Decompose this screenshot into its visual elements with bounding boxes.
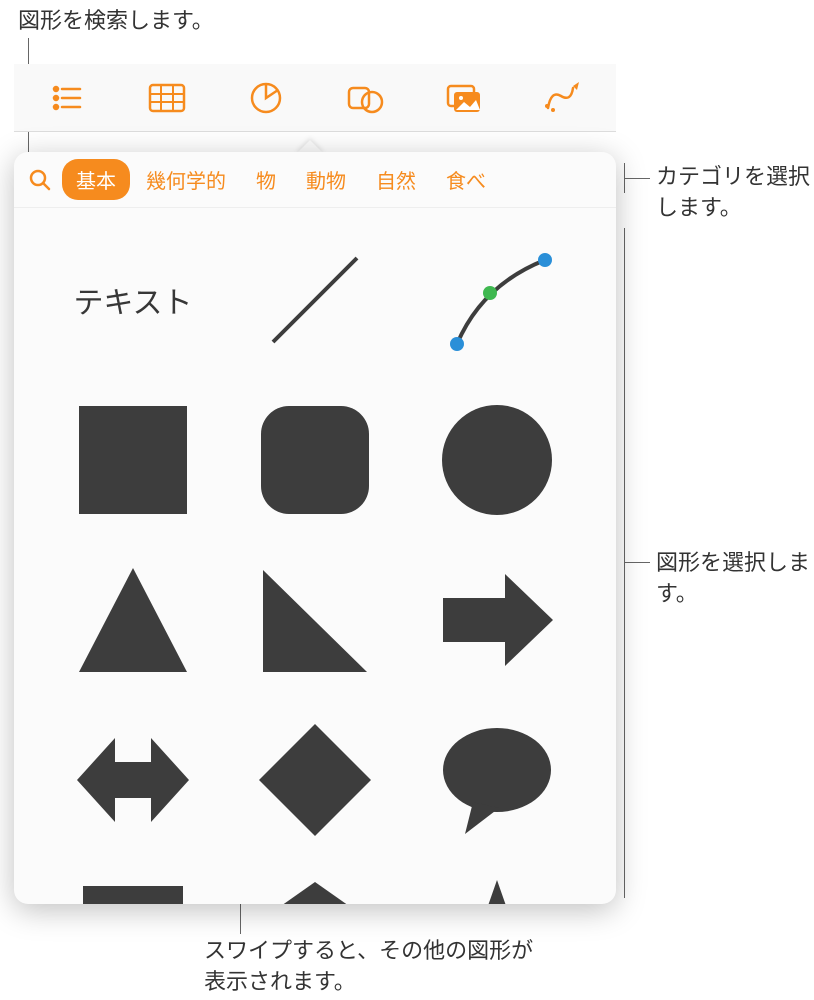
shape-square[interactable] xyxy=(71,398,195,522)
callout-select-shape: 図形を選択します。 xyxy=(656,548,814,610)
callout-tick xyxy=(624,228,625,898)
shape-arrow-right[interactable] xyxy=(435,558,559,682)
category-tab-animals[interactable]: 動物 xyxy=(292,159,360,200)
category-tabs: 基本 幾何学的 物 動物 自然 食べ xyxy=(14,152,616,208)
category-tab-objects[interactable]: 物 xyxy=(242,159,290,200)
shape-line[interactable] xyxy=(253,238,377,362)
callout-tick xyxy=(624,163,625,193)
shape-double-arrow[interactable] xyxy=(71,718,195,842)
shapes-popover: 基本 幾何学的 物 動物 自然 食べ テキスト xyxy=(14,152,616,904)
shape-rounded-square[interactable] xyxy=(253,398,377,522)
shape-right-triangle[interactable] xyxy=(253,558,377,682)
shape-icon[interactable] xyxy=(340,73,390,123)
toolbar xyxy=(14,64,616,132)
shape-circle[interactable] xyxy=(435,398,559,522)
list-icon[interactable] xyxy=(43,73,93,123)
category-tab-geometric[interactable]: 幾何学的 xyxy=(132,159,240,200)
shape-text[interactable]: テキスト xyxy=(71,238,195,362)
search-icon xyxy=(28,168,52,192)
shape-speech-bubble[interactable] xyxy=(435,718,559,842)
callout-line xyxy=(624,562,650,563)
callout-search-shapes: 図形を検索します。 xyxy=(18,6,214,37)
chart-icon[interactable] xyxy=(241,73,291,123)
shape-text-label: テキスト xyxy=(73,278,192,322)
callout-select-category: カテゴリを選択します。 xyxy=(656,162,814,224)
category-tab-basic[interactable]: 基本 xyxy=(62,159,130,200)
callout-line xyxy=(624,178,650,179)
shape-pentagon[interactable] xyxy=(253,878,377,904)
category-tab-food[interactable]: 食べ xyxy=(432,159,490,200)
shape-triangle[interactable] xyxy=(71,558,195,682)
shape-star[interactable] xyxy=(435,878,559,904)
draw-icon[interactable] xyxy=(538,73,588,123)
media-icon[interactable] xyxy=(439,73,489,123)
shape-diamond[interactable] xyxy=(253,718,377,842)
shape-banner[interactable] xyxy=(71,878,195,904)
callout-swipe-more: スワイプすると、その他の図形が表示されます。 xyxy=(204,936,544,998)
table-icon[interactable] xyxy=(142,73,192,123)
shape-curve[interactable] xyxy=(435,238,559,362)
shapes-grid: テキスト xyxy=(14,208,616,904)
search-button[interactable] xyxy=(20,160,60,200)
category-tab-nature[interactable]: 自然 xyxy=(362,159,430,200)
